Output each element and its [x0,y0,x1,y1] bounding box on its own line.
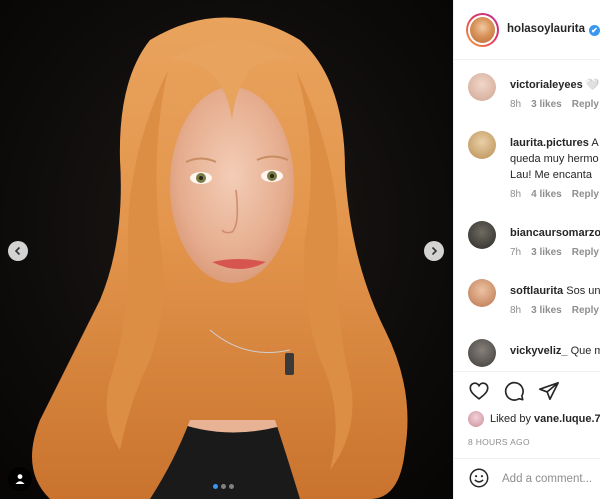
chevron-right-icon [431,246,438,256]
commenter-avatar[interactable] [468,339,496,367]
portrait-image [0,0,453,499]
carousel-indicator [213,484,234,489]
owner-username[interactable]: holasoylaurita ✔ [507,23,600,36]
commenter-avatar[interactable] [468,221,496,249]
comment-text-line: queda muy hermo [510,153,599,165]
comment-text: A [591,137,599,149]
carousel-dot [229,484,234,489]
comment-username[interactable]: laurita.pictures [510,137,589,149]
commenter-avatar[interactable] [468,279,496,307]
verified-icon: ✔ [589,25,600,36]
tagged-users-button[interactable] [8,467,32,491]
next-photo-button[interactable] [424,241,444,261]
carousel-dot [221,484,226,489]
comment-time[interactable]: 8h [510,99,521,110]
emoji-button[interactable] [468,467,490,492]
commenter-avatar[interactable] [468,131,496,159]
add-comment-bar [454,458,600,499]
post-timestamp[interactable]: 8 HOURS AGO [468,437,530,447]
tag-user-icon [15,474,25,484]
likes-prefix: Liked by [490,413,535,425]
comment-time[interactable]: 8h [510,189,521,200]
owner-username-text[interactable]: holasoylaurita [507,23,585,35]
comment-text: Que m [570,345,600,357]
comment-text: 🤍🤍 [585,79,600,91]
owner-avatar[interactable] [466,12,500,47]
liker-username[interactable]: vane.luque.7 [534,413,600,425]
comment-button[interactable] [503,380,525,402]
liker-avatar[interactable] [468,411,484,427]
comment-text-line: Lau! Me encanta [510,169,592,181]
add-comment-input[interactable] [502,473,600,485]
comment-username[interactable]: vickyveliz_ [510,345,568,357]
comment-username[interactable]: softlaurita [510,285,563,297]
share-icon [539,381,559,401]
comment-likes[interactable]: 3 likes [531,99,562,110]
comments-list[interactable]: victorialeyees 🤍🤍 8h 3 likes Reply laurita… [454,61,600,371]
comment-time[interactable]: 8h [510,305,521,316]
post-side-panel: holasoylaurita ✔ victorialeyees 🤍🤍 8h 3 li… [453,0,600,499]
reply-button[interactable]: Reply [572,99,599,110]
commenter-avatar[interactable] [468,73,496,101]
comment-likes[interactable]: 3 likes [531,247,562,258]
reply-button[interactable]: Reply [572,305,599,316]
heart-icon [469,382,489,400]
post-header: holasoylaurita ✔ [454,0,600,60]
comment-likes[interactable]: 4 likes [531,189,562,200]
comment-likes[interactable]: 3 likes [531,305,562,316]
comment-username[interactable]: biancaursomarzo [510,227,600,239]
carousel-dot [213,484,218,489]
chevron-left-icon [14,246,21,256]
emoji-icon [469,468,489,487]
comment-icon [504,381,524,401]
share-button[interactable] [538,380,560,402]
reply-button[interactable]: Reply [572,247,599,258]
comment-time[interactable]: 7h [510,247,521,258]
previous-photo-button[interactable] [8,241,28,261]
comment-username[interactable]: victorialeyees [510,79,583,91]
comment-text: Sos un [566,285,600,297]
likes-summary[interactable]: Liked by vane.luque.7 [468,411,600,427]
reply-button[interactable]: Reply [572,189,599,200]
like-button[interactable] [468,380,490,402]
post-photo[interactable] [0,0,453,499]
post-actions: Liked by vane.luque.7 8 HOURS AGO [454,371,600,471]
